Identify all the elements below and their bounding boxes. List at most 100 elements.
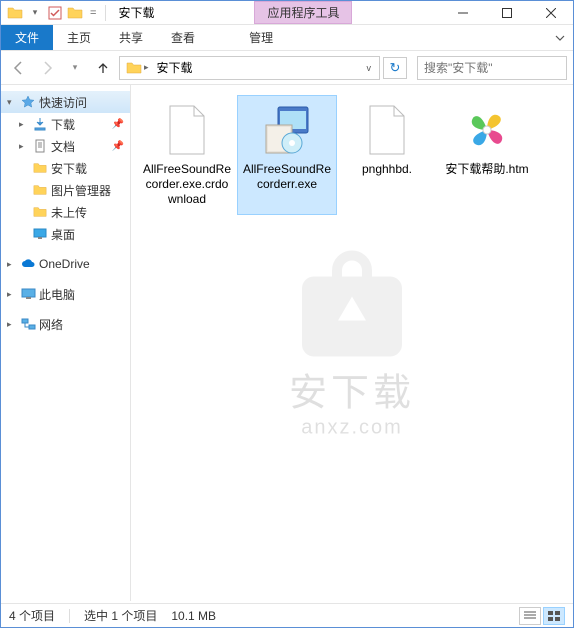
chevron-right-icon: ▸ bbox=[7, 319, 17, 330]
computer-icon bbox=[20, 286, 36, 302]
checkbox-qat-icon[interactable] bbox=[47, 5, 63, 21]
network-icon bbox=[20, 316, 36, 332]
file-item[interactable]: AllFreeSoundRecorder.exe.crdownload bbox=[137, 95, 237, 215]
sidebar-quick-access[interactable]: ▾ 快速访问 bbox=[1, 91, 130, 113]
folder-icon bbox=[32, 182, 48, 198]
nav-back-button[interactable] bbox=[7, 56, 31, 80]
chevron-down-icon: ▾ bbox=[7, 97, 17, 108]
ribbon: 文件 主页 共享 查看 管理 bbox=[1, 25, 573, 51]
sidebar-item-label: 安下载 bbox=[51, 160, 87, 177]
downloads-icon bbox=[32, 116, 48, 132]
separator bbox=[69, 609, 70, 623]
sidebar-item-folder[interactable]: 图片管理器 bbox=[1, 179, 130, 201]
separator bbox=[105, 5, 106, 21]
statusbar: 4 个项目 选中 1 个项目 10.1 MB bbox=[1, 603, 573, 627]
folder-qat-icon[interactable] bbox=[67, 5, 83, 21]
sidebar-item-label: 网络 bbox=[39, 316, 63, 333]
sidebar-item-label: 此电脑 bbox=[39, 286, 75, 303]
search-box[interactable] bbox=[417, 56, 567, 80]
blank-file-icon bbox=[359, 102, 415, 158]
folder-icon[interactable] bbox=[7, 5, 23, 21]
tree-spacer bbox=[1, 245, 130, 253]
blank-file-icon bbox=[159, 102, 215, 158]
watermark-text: 安下载 bbox=[282, 362, 422, 417]
address-root-icon[interactable]: ▸ bbox=[122, 60, 153, 76]
sidebar-item-folder[interactable]: 未上传 bbox=[1, 201, 130, 223]
tab-home[interactable]: 主页 bbox=[53, 25, 105, 50]
sidebar-item-label: 未上传 bbox=[51, 204, 87, 221]
address-segment[interactable]: 安下载 bbox=[153, 59, 197, 76]
minimize-button[interactable] bbox=[441, 2, 485, 24]
file-name: AllFreeSoundRecorder.exe.crdownload bbox=[142, 162, 232, 207]
desktop-icon bbox=[32, 226, 48, 242]
nav-forward-button[interactable] bbox=[35, 56, 59, 80]
tab-view[interactable]: 查看 bbox=[157, 25, 209, 50]
sidebar-onedrive[interactable]: ▸ OneDrive bbox=[1, 253, 130, 275]
file-pane[interactable]: AllFreeSoundRecorder.exe.crdownload AllF… bbox=[131, 85, 573, 601]
file-item[interactable]: AllFreeSoundRecorderr.exe bbox=[237, 95, 337, 215]
status-item-count: 4 个项目 bbox=[9, 607, 55, 624]
chevron-right-icon: ▸ bbox=[7, 289, 17, 300]
address-bar[interactable]: ▸ 安下载 v bbox=[119, 56, 380, 80]
chevron-right-icon: ▸ bbox=[7, 259, 17, 270]
file-item[interactable]: pnghhbd. bbox=[337, 95, 437, 215]
nav-recent-dropdown[interactable]: ▾ bbox=[63, 56, 87, 80]
tree-spacer bbox=[1, 305, 130, 313]
refresh-button[interactable]: ↻ bbox=[383, 57, 407, 79]
star-icon bbox=[20, 94, 36, 110]
chevron-right-icon: ▸ bbox=[144, 62, 149, 73]
sidebar-item-label: 下载 bbox=[51, 116, 75, 133]
file-item[interactable]: 安下载帮助.htm bbox=[437, 95, 537, 215]
cloud-icon bbox=[20, 256, 36, 272]
window-controls bbox=[441, 2, 573, 24]
watermark-url: anxz.com bbox=[282, 417, 422, 440]
file-name: AllFreeSoundRecorderr.exe bbox=[242, 162, 332, 192]
search-input[interactable] bbox=[424, 61, 560, 75]
qat-dropdown-icon[interactable]: ▾ bbox=[27, 5, 43, 21]
folder-icon bbox=[32, 160, 48, 176]
tab-manage[interactable]: 管理 bbox=[227, 25, 295, 50]
tree-spacer bbox=[1, 275, 130, 283]
expand-ribbon-icon[interactable] bbox=[547, 27, 573, 49]
sidebar: ▾ 快速访问 ▸ 下载 📌 ▸ 文档 📌 安下载 图片管理器 bbox=[1, 85, 131, 601]
navbar: ▾ ▸ 安下载 v ↻ bbox=[1, 51, 573, 85]
tab-file[interactable]: 文件 bbox=[1, 25, 53, 50]
sidebar-item-label: 图片管理器 bbox=[51, 182, 111, 199]
sidebar-item-folder[interactable]: 安下载 bbox=[1, 157, 130, 179]
file-name: pnghhbd. bbox=[362, 162, 412, 177]
sidebar-item-downloads[interactable]: ▸ 下载 📌 bbox=[1, 113, 130, 135]
titlebar: ▾ = 安下载 应用程序工具 bbox=[1, 1, 573, 25]
folder-icon bbox=[32, 204, 48, 220]
chevron-right-icon: ▸ bbox=[19, 119, 29, 130]
file-name: 安下载帮助.htm bbox=[445, 162, 528, 177]
nav-up-button[interactable] bbox=[91, 56, 115, 80]
sidebar-item-label: OneDrive bbox=[39, 257, 90, 271]
sidebar-item-label: 文档 bbox=[51, 138, 75, 155]
pin-icon: 📌 bbox=[112, 141, 124, 152]
context-tab-header: 应用程序工具 bbox=[254, 1, 352, 24]
close-button[interactable] bbox=[529, 2, 573, 24]
view-toggles bbox=[519, 607, 565, 625]
documents-icon bbox=[32, 138, 48, 154]
view-details-button[interactable] bbox=[519, 607, 541, 625]
watermark: 安下载 anxz.com bbox=[282, 247, 422, 440]
sidebar-network[interactable]: ▸ 网络 bbox=[1, 313, 130, 335]
pin-icon: 📌 bbox=[112, 119, 124, 130]
sidebar-item-label: 桌面 bbox=[51, 226, 75, 243]
sidebar-item-label: 快速访问 bbox=[39, 94, 87, 111]
sidebar-this-pc[interactable]: ▸ 此电脑 bbox=[1, 283, 130, 305]
window-title: 安下载 bbox=[112, 4, 154, 21]
chevron-right-icon: ▸ bbox=[19, 141, 29, 152]
status-selection: 选中 1 个项目 bbox=[84, 607, 157, 624]
address-dropdown-icon[interactable]: v bbox=[361, 63, 378, 73]
sidebar-item-desktop[interactable]: 桌面 bbox=[1, 223, 130, 245]
sidebar-item-documents[interactable]: ▸ 文档 📌 bbox=[1, 135, 130, 157]
maximize-button[interactable] bbox=[485, 2, 529, 24]
tab-share[interactable]: 共享 bbox=[105, 25, 157, 50]
status-size: 10.1 MB bbox=[171, 609, 216, 623]
qat-overflow-icon[interactable]: = bbox=[87, 7, 99, 19]
view-icons-button[interactable] bbox=[543, 607, 565, 625]
htm-pinwheel-icon bbox=[459, 102, 515, 158]
exe-installer-icon bbox=[259, 102, 315, 158]
titlebar-left: ▾ = 安下载 bbox=[1, 4, 154, 21]
